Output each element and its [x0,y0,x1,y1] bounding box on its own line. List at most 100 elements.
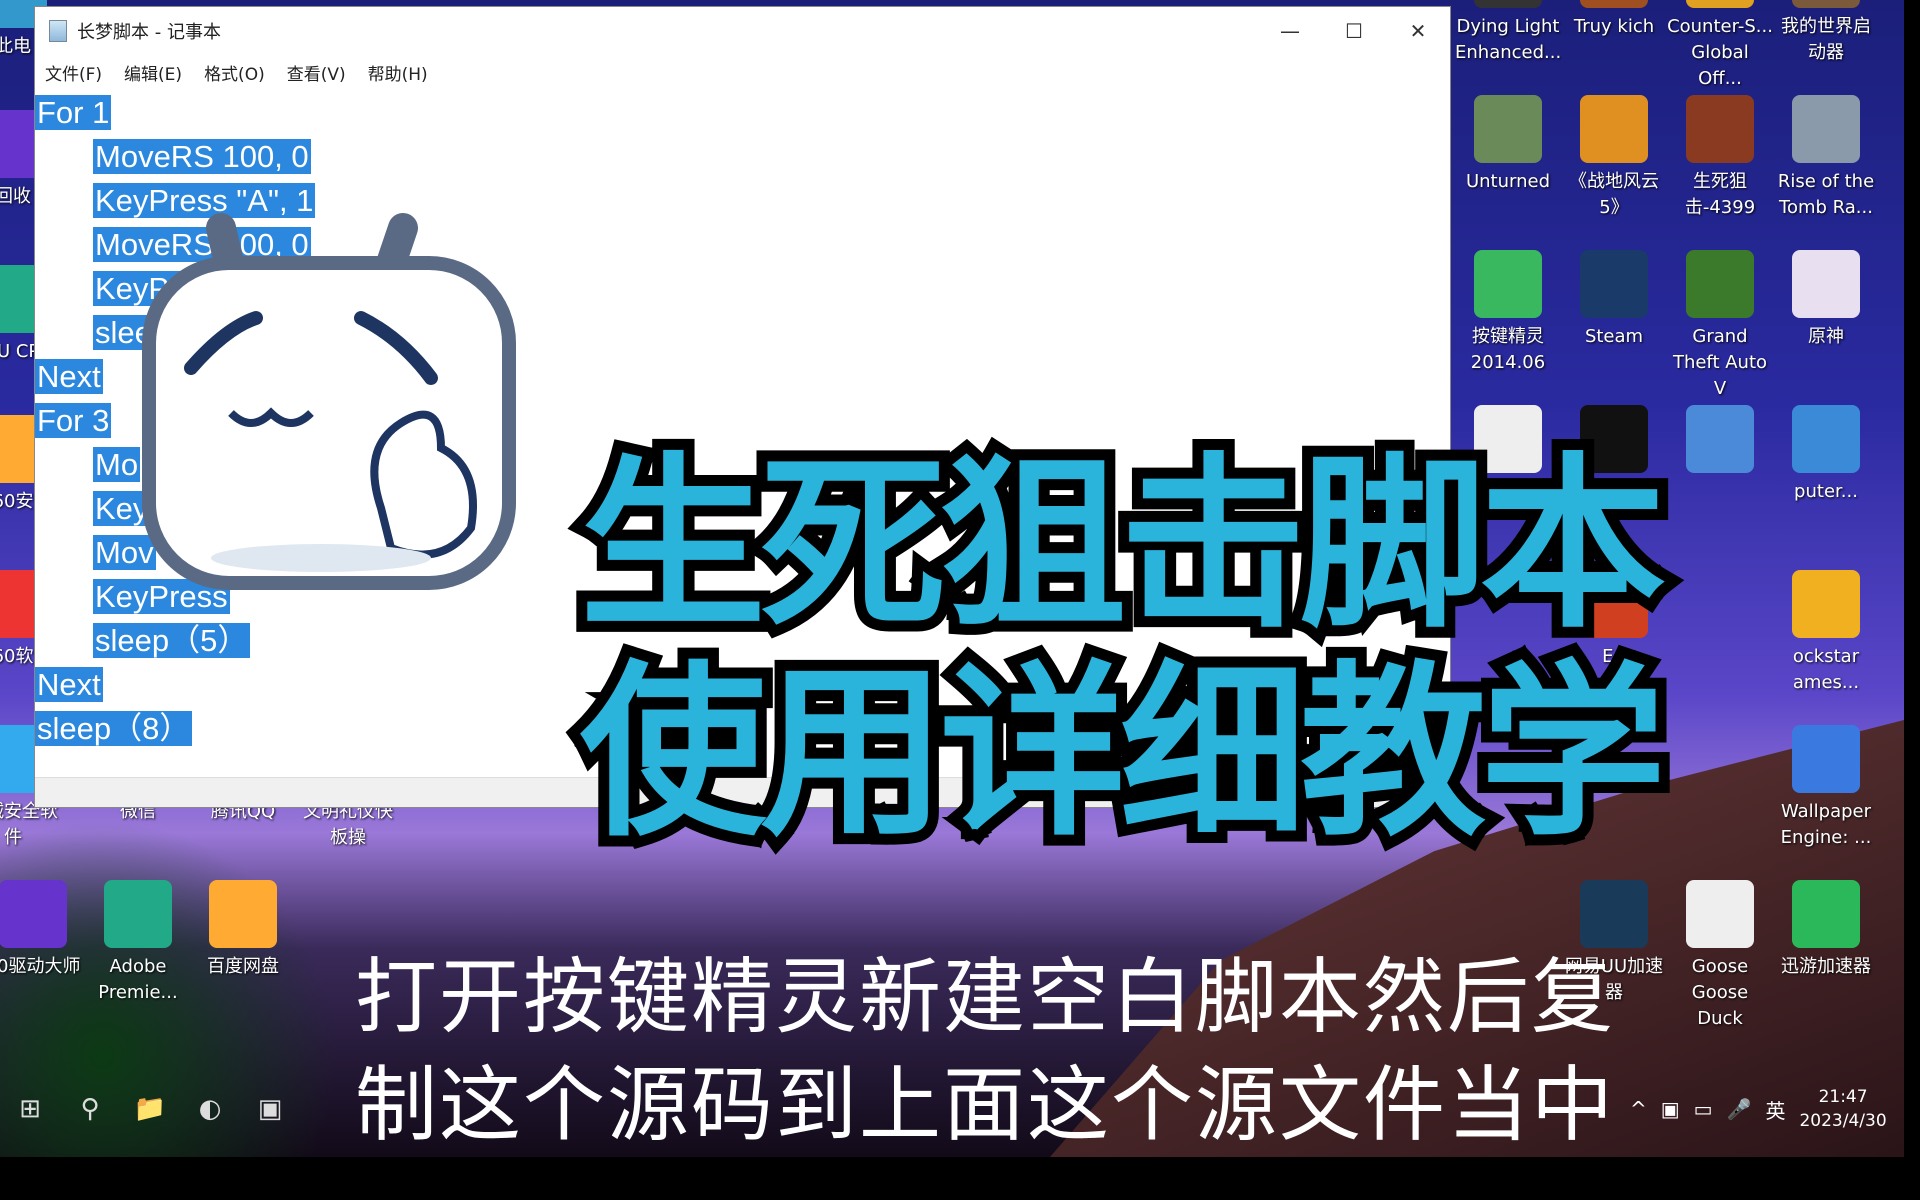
desktop-icon[interactable]: 迅游加速器 [1773,880,1879,980]
desktop-icon-label: puter... [1794,481,1858,502]
desktop-icon-label: Goose Goose Duck [1691,956,1749,1029]
desktop-icon-label: 我的世界启动器 [1781,16,1871,63]
desktop-icon-label: 原神 [1808,326,1844,347]
desktop-icon-label: 按键精灵2014.06 [1470,326,1546,373]
desktop-icon[interactable]: Grand Theft Auto V [1667,250,1773,402]
desktop-icon-label: Truy kich [1573,16,1655,37]
app-icon [1580,95,1648,163]
menu-help[interactable]: 帮助(H) [368,60,428,85]
selected-text: Next [35,667,103,702]
menu-format[interactable]: 格式(O) [204,60,265,85]
desktop-icon[interactable]: 生死狙击-4399 [1667,95,1773,221]
desktop-icon[interactable]: 我的世界启动器 [1773,0,1879,66]
selected-text: For 3 [35,403,112,438]
system-tray: ^ ▣ ▭ 🎤 英 21:47 2023/4/30 [1630,1078,1887,1140]
app-icon [1792,880,1860,948]
app-icon [1686,95,1754,163]
search-icon[interactable]: ⚲ [60,1094,120,1124]
app-icon [1792,405,1860,473]
desktop-icon[interactable]: 原神 [1773,250,1879,350]
desktop-icon[interactable]: Goose Goose Duck [1667,880,1773,1032]
text-line: MoveRS 100, 0 [35,135,1450,179]
desktop-icon-label: 生死狙击-4399 [1684,171,1756,218]
selected-text: sleep（5） [93,623,251,658]
microphone-icon[interactable]: 🎤 [1727,1097,1752,1121]
desktop-icon-label: Rise of the Tomb Ra... [1777,171,1875,218]
menu-view[interactable]: 查看(V) [287,60,346,85]
desktop-icon[interactable]: 60驱动大师 [0,880,86,980]
clock-date: 2023/4/30 [1799,1111,1887,1131]
desktop-icon[interactable]: Truy kich [1561,0,1667,40]
text-line: For 1 [35,91,1450,135]
desktop-icon[interactable]: 百度网盘 [190,880,296,980]
desktop-icon[interactable]: Steam [1561,250,1667,350]
subtitle-line1: 打开按键精灵新建空白脚本然后复 [355,950,1616,1045]
menu-edit[interactable]: 编辑(E) [124,60,182,85]
desktop-icon[interactable]: puter... [1773,405,1879,505]
app-icon [1792,725,1860,793]
desktop-icon-label: Grand Theft Auto V [1672,326,1768,399]
edge-browser-icon[interactable]: ◐ [180,1094,240,1124]
network-icon[interactable]: ▭ [1694,1097,1713,1121]
app-icon [1792,250,1860,318]
app-icon [1686,880,1754,948]
app-icon [1474,95,1542,163]
desktop-icon[interactable]: 按键精灵2014.06 [1455,250,1561,376]
start-icon[interactable]: ⊞ [0,1094,60,1124]
app-icon [1792,95,1860,163]
app-icon [1580,880,1648,948]
input-method-indicator[interactable]: 英 [1765,1095,1785,1124]
tray-expand-icon[interactable]: ^ [1630,1097,1647,1121]
window-title: 长梦脚本 - 记事本 [77,22,221,43]
app-icon[interactable]: ▣ [240,1094,300,1124]
selected-text: For 1 [35,95,112,130]
desktop-icon-label: 迅游加速器 [1781,956,1871,977]
desktop-icon[interactable]: Wallpaper Engine: ... [1773,725,1879,851]
title-bar[interactable]: 长梦脚本 - 记事本 — ☐ ✕ [35,7,1450,55]
desktop-icon-label: Unturned [1465,171,1551,192]
desktop-icon-label: 《战地风云 5》 [1569,171,1659,218]
app-icon [1580,0,1648,8]
maximize-button[interactable]: ☐ [1322,19,1386,43]
app-icon [1686,405,1754,473]
selected-text: MoveRS 100, 0 [93,139,311,174]
desktop-icon-label: 60驱动大师 [0,956,81,977]
desktop-icon[interactable]: Unturned [1455,95,1561,195]
desktop-icon-label: Counter-S... Global Off... [1667,16,1773,89]
selected-text: sleep（8） [35,711,193,746]
desktop-icon-label: ockstar ames... [1792,646,1860,693]
selected-text: Next [35,359,103,394]
app-icon [0,880,67,948]
overlay-title-line2: 使用详细教学 [569,644,1677,861]
desktop-icon[interactable]: Dying Light Enhanced... [1455,0,1561,66]
app-icon [1580,250,1648,318]
desktop-icon[interactable] [1667,405,1773,479]
minimize-button[interactable]: — [1258,19,1322,43]
clock[interactable]: 21:47 2023/4/30 [1799,1085,1886,1133]
taskbar: ⊞ ⚲ 📁 ◐ ▣ [0,1078,1904,1140]
desktop-icon-label: Steam [1584,326,1644,347]
app-icon [209,880,277,948]
app-icon [1792,0,1860,8]
desktop-icon[interactable]: Adobe Premie... [85,880,191,1006]
desktop-icon-label: 百度网盘 [207,956,279,977]
app-icon [1474,0,1542,8]
bilibili-tv-mascot-sticker [142,213,516,590]
file-explorer-icon[interactable]: 📁 [120,1094,180,1124]
clock-time: 21:47 [1818,1087,1868,1107]
selected-text: Mo [93,447,141,482]
desktop-icon-label: Adobe Premie... [98,956,178,1003]
notepad-icon [49,20,67,42]
desktop-icon-label: Dying Light Enhanced... [1455,16,1562,63]
menu-bar: 文件(F) 编辑(E) 格式(O) 查看(V) 帮助(H) [35,55,1450,89]
desktop-icon[interactable]: ockstar ames... [1773,570,1879,696]
desktop-icon[interactable]: Rise of the Tomb Ra... [1773,95,1879,221]
app-icon [1474,250,1542,318]
tray-app-icon[interactable]: ▣ [1661,1097,1680,1121]
desktop-icon[interactable]: 《战地风云 5》 [1561,95,1667,221]
menu-file[interactable]: 文件(F) [45,60,102,85]
close-button[interactable]: ✕ [1386,19,1450,43]
desktop-icon[interactable]: Counter-S... Global Off... [1667,0,1773,92]
app-icon [1686,250,1754,318]
overlay-title-line1: 生死狙击脚本 [569,436,1677,653]
